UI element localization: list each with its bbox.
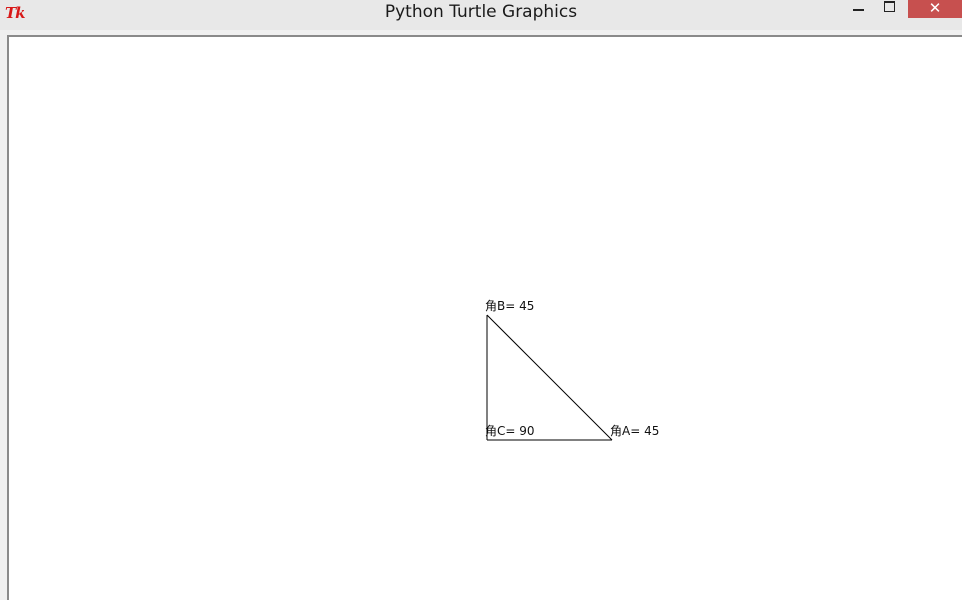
- minimize-icon: [853, 9, 864, 11]
- close-button[interactable]: ✕: [908, 0, 962, 18]
- turtle-window: Tk Python Turtle Graphics ✕ 角B= 45 角C= 9…: [0, 0, 962, 600]
- angle-c-label: 角C= 90: [485, 424, 535, 438]
- minimize-button[interactable]: [848, 0, 870, 17]
- window-title: Python Turtle Graphics: [384, 2, 578, 22]
- maximize-icon: [884, 1, 895, 12]
- turtle-canvas[interactable]: 角B= 45 角C= 90 角A= 45: [7, 35, 962, 600]
- angle-b-label: 角B= 45: [485, 299, 534, 313]
- canvas-drawing: 角B= 45 角C= 90 角A= 45: [485, 299, 659, 441]
- title-bar[interactable]: Tk Python Turtle Graphics ✕: [0, 0, 962, 30]
- close-icon: ✕: [928, 0, 942, 17]
- triangle-side-ab: [486, 314, 613, 441]
- maximize-button[interactable]: [878, 0, 902, 17]
- angle-a-label: 角A= 45: [610, 424, 659, 438]
